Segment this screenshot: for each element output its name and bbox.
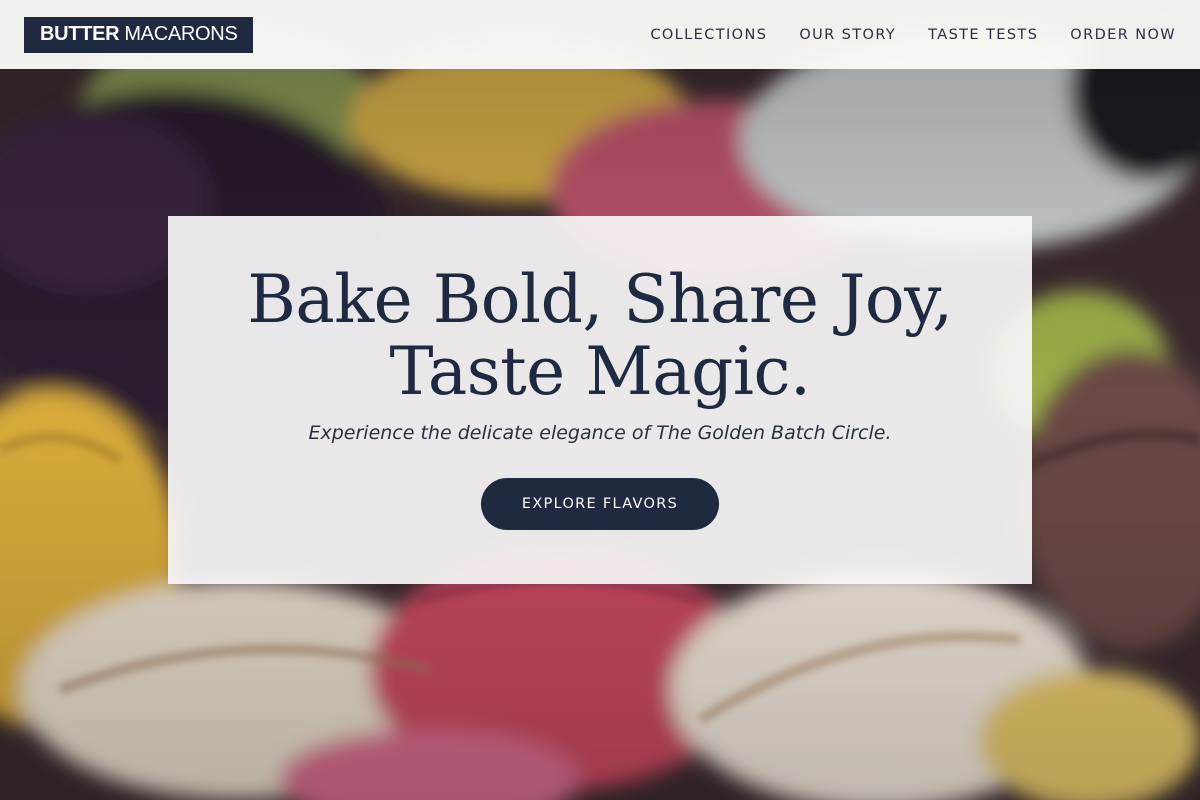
nav-link-taste-tests[interactable]: TASTE TESTS <box>928 27 1038 43</box>
site-header: BUTTER MACARONS COLLECTIONS OUR STORY TA… <box>0 0 1200 69</box>
hero-subtitle: Experience the delicate elegance of The … <box>308 422 892 444</box>
hero-card: Bake Bold, Share Joy, Taste Magic. Exper… <box>168 216 1032 584</box>
main-nav: COLLECTIONS OUR STORY TASTE TESTS ORDER … <box>650 27 1176 43</box>
brand-logo[interactable]: BUTTER MACARONS <box>24 16 254 53</box>
nav-link-collections[interactable]: COLLECTIONS <box>650 27 767 43</box>
explore-flavors-button[interactable]: EXPLORE FLAVORS <box>481 478 719 530</box>
nav-link-order-now[interactable]: ORDER NOW <box>1070 27 1176 43</box>
logo-word-bold: BUTTER <box>40 23 120 45</box>
nav-link-our-story[interactable]: OUR STORY <box>799 27 896 43</box>
hero-title-line-1: Bake Bold, Share Joy, <box>247 261 953 338</box>
hero-title: Bake Bold, Share Joy, Taste Magic. <box>247 261 953 410</box>
hero-title-line-2: Taste Magic. <box>389 333 811 410</box>
logo-word-light: MACARONS <box>124 23 238 45</box>
